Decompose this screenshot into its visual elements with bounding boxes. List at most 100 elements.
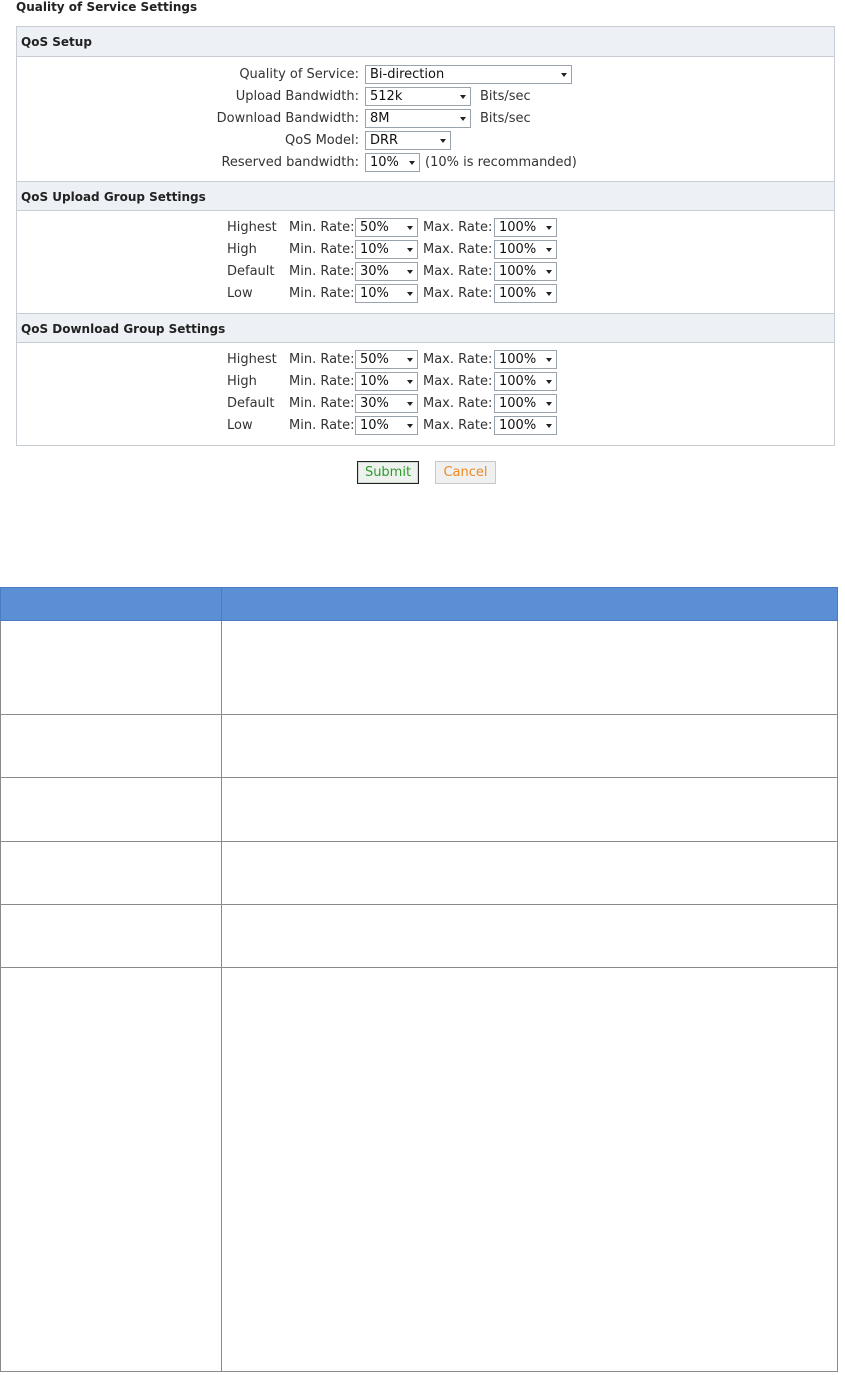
table-row [0, 777, 838, 842]
chevron-down-icon [546, 270, 552, 274]
upload-bandwidth-select[interactable]: 512k [365, 87, 471, 106]
upload-bandwidth-label: Upload Bandwidth: [235, 89, 359, 104]
upload-group-heading: QoS Upload Group Settings [17, 181, 834, 211]
qos-setup-section: Quality of Service: Bi-direction Upload … [17, 57, 834, 181]
download-max-rate-select[interactable]: 100% [494, 394, 557, 413]
reserved-bandwidth-value: 10% [370, 155, 399, 170]
upload-min-rate-label: Min. Rate: [289, 242, 355, 257]
download-group-heading: QoS Download Group Settings [17, 313, 834, 343]
download-min-rate-select[interactable]: 50% [355, 350, 418, 369]
chevron-down-icon [407, 402, 413, 406]
upload-min-rate-value: 10% [360, 286, 389, 301]
reserved-bandwidth-note: (10% is recommanded) [425, 155, 577, 170]
download-max-rate-value: 100% [499, 374, 537, 389]
upload-min-rate-select[interactable]: 10% [355, 284, 418, 303]
table-cell [221, 967, 838, 1372]
download-group-name: High [227, 374, 257, 389]
download-bandwidth-value: 8M [370, 111, 390, 126]
upload-group-name: Highest [227, 220, 277, 235]
chevron-down-icon [407, 424, 413, 428]
download-min-rate-label: Min. Rate: [289, 352, 355, 367]
upload-max-rate-label: Max. Rate: [423, 220, 493, 235]
upload-max-rate-select[interactable]: 100% [494, 284, 557, 303]
upload-min-rate-label: Min. Rate: [289, 264, 355, 279]
chevron-down-icon [407, 358, 413, 362]
download-group-section: Highest Min. Rate: 50% Max. Rate: 100% H… [17, 343, 834, 443]
upload-max-rate-label: Max. Rate: [423, 242, 493, 257]
download-group-name: Default [227, 396, 275, 411]
download-bandwidth-label: Download Bandwidth: [216, 111, 359, 126]
chevron-down-icon [546, 358, 552, 362]
table-cell [221, 714, 838, 778]
chevron-down-icon [409, 161, 415, 165]
upload-min-rate-label: Min. Rate: [289, 286, 355, 301]
download-max-rate-select[interactable]: 100% [494, 372, 557, 391]
upload-bandwidth-unit: Bits/sec [480, 89, 531, 104]
quality-of-service-value: Bi-direction [370, 67, 445, 82]
chevron-down-icon [460, 117, 466, 121]
download-min-rate-value: 10% [360, 418, 389, 433]
upload-group-name: High [227, 242, 257, 257]
download-bandwidth-unit: Bits/sec [480, 111, 531, 126]
download-min-rate-label: Min. Rate: [289, 396, 355, 411]
download-bandwidth-select[interactable]: 8M [365, 109, 471, 128]
chevron-down-icon [407, 248, 413, 252]
download-max-rate-value: 100% [499, 396, 537, 411]
chevron-down-icon [561, 73, 567, 77]
download-max-rate-value: 100% [499, 418, 537, 433]
upload-max-rate-select[interactable]: 100% [494, 218, 557, 237]
download-min-rate-value: 50% [360, 352, 389, 367]
parameter-table [0, 587, 838, 1372]
upload-min-rate-select[interactable]: 10% [355, 240, 418, 259]
download-min-rate-select[interactable]: 30% [355, 394, 418, 413]
table-cell [221, 904, 838, 968]
download-max-rate-select[interactable]: 100% [494, 416, 557, 435]
upload-group-section: Highest Min. Rate: 50% Max. Rate: 100% H… [17, 211, 834, 313]
upload-max-rate-value: 100% [499, 220, 537, 235]
qos-settings-panel: QoS Setup Quality of Service: Bi-directi… [16, 26, 835, 446]
table-header-cell [221, 587, 838, 621]
table-header-cell [0, 587, 222, 621]
table-row [0, 841, 838, 905]
quality-of-service-select[interactable]: Bi-direction [365, 65, 572, 84]
table-cell [0, 967, 222, 1372]
reserved-bandwidth-select[interactable]: 10% [365, 153, 420, 172]
qos-model-select[interactable]: DRR [365, 131, 451, 150]
upload-max-rate-value: 100% [499, 286, 537, 301]
upload-max-rate-select[interactable]: 100% [494, 262, 557, 281]
download-max-rate-label: Max. Rate: [423, 352, 493, 367]
table-row [0, 714, 838, 778]
qos-model-label: QoS Model: [285, 133, 359, 148]
upload-group-name: Default [227, 264, 275, 279]
table-cell [0, 841, 222, 905]
table-cell [221, 841, 838, 905]
chevron-down-icon [546, 380, 552, 384]
chevron-down-icon [407, 380, 413, 384]
download-max-rate-select[interactable]: 100% [494, 350, 557, 369]
table-row [0, 620, 838, 715]
table-header-row [0, 587, 838, 621]
download-group-name: Highest [227, 352, 277, 367]
table-row [0, 967, 838, 1372]
download-min-rate-label: Min. Rate: [289, 418, 355, 433]
download-min-rate-select[interactable]: 10% [355, 416, 418, 435]
cancel-button[interactable]: Cancel [435, 461, 496, 484]
download-max-rate-label: Max. Rate: [423, 374, 493, 389]
table-cell [0, 904, 222, 968]
download-max-rate-label: Max. Rate: [423, 396, 493, 411]
table-cell [0, 620, 222, 715]
upload-min-rate-select[interactable]: 30% [355, 262, 418, 281]
reserved-bandwidth-label: Reserved bandwidth: [221, 155, 359, 170]
download-min-rate-value: 30% [360, 396, 389, 411]
upload-min-rate-value: 10% [360, 242, 389, 257]
table-cell [0, 777, 222, 842]
upload-min-rate-select[interactable]: 50% [355, 218, 418, 237]
upload-max-rate-label: Max. Rate: [423, 264, 493, 279]
download-min-rate-value: 10% [360, 374, 389, 389]
download-max-rate-label: Max. Rate: [423, 418, 493, 433]
download-min-rate-select[interactable]: 10% [355, 372, 418, 391]
submit-button[interactable]: Submit [357, 461, 419, 484]
upload-max-rate-select[interactable]: 100% [494, 240, 557, 259]
chevron-down-icon [407, 292, 413, 296]
upload-max-rate-value: 100% [499, 264, 537, 279]
